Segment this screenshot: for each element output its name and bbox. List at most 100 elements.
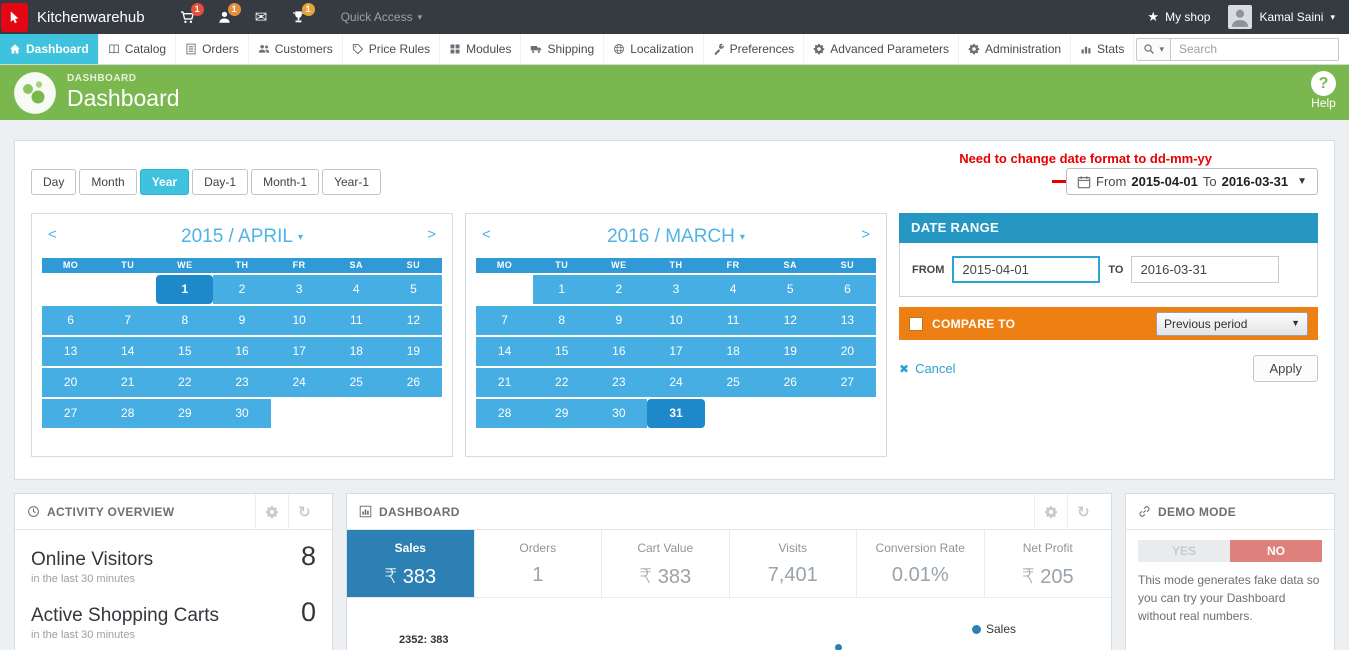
calendar-day-cell[interactable]: 17 <box>647 337 705 366</box>
calendar-day-cell[interactable]: 4 <box>327 275 385 304</box>
calendar-day-cell[interactable]: 26 <box>384 368 442 397</box>
calendar-day-cell[interactable]: 27 <box>818 368 876 397</box>
calendar-day-cell[interactable]: 11 <box>327 306 385 335</box>
calendar-day-cell[interactable]: 7 <box>476 306 534 335</box>
nav-item-administration[interactable]: Administration <box>959 34 1072 64</box>
demo-no-button[interactable]: NO <box>1230 540 1322 562</box>
calendar-day-cell[interactable]: 13 <box>818 306 876 335</box>
calendar-day-cell[interactable]: 15 <box>156 337 214 366</box>
calendar-day-cell[interactable]: 2 <box>590 275 648 304</box>
calendar-day-cell[interactable]: 17 <box>270 337 328 366</box>
period-button-year[interactable]: Year <box>139 169 190 195</box>
calendar-day-cell[interactable]: 20 <box>818 337 876 366</box>
calendar-day-cell[interactable]: 30 <box>213 399 271 428</box>
nav-item-shipping[interactable]: Shipping <box>521 34 605 64</box>
calendar-day-cell[interactable]: 24 <box>647 368 705 397</box>
calendar-day-cell[interactable]: 21 <box>476 368 534 397</box>
refresh-icon[interactable]: ↻ <box>1067 493 1099 530</box>
calendar-prev-button[interactable]: < <box>42 226 63 243</box>
apply-button[interactable]: Apply <box>1253 355 1318 382</box>
from-date-input[interactable] <box>952 256 1101 283</box>
calendar-day-cell[interactable]: 25 <box>327 368 385 397</box>
calendar-day-cell[interactable]: 1 <box>156 275 214 304</box>
calendar-day-cell[interactable]: 2 <box>213 275 271 304</box>
calendar-title[interactable]: 2015 / APRIL <box>181 226 293 248</box>
calendar-day-cell[interactable]: 23 <box>213 368 271 397</box>
calendar-day-cell[interactable]: 25 <box>704 368 762 397</box>
kpi-sales[interactable]: Sales ₹ 383 <box>347 530 475 597</box>
calendar-day-cell[interactable]: 26 <box>761 368 819 397</box>
calendar-day-cell[interactable]: 11 <box>704 306 762 335</box>
calendar-day-cell[interactable]: 29 <box>156 399 214 428</box>
calendar-day-cell[interactable]: 9 <box>590 306 648 335</box>
calendar-day-cell[interactable]: 7 <box>99 306 157 335</box>
trophy-notification[interactable]: 1 <box>280 0 317 34</box>
calendar-day-cell[interactable]: 8 <box>533 306 591 335</box>
gear-icon[interactable] <box>1034 493 1067 530</box>
help-button[interactable]: ? Help <box>1311 71 1336 110</box>
kpi-net-profit[interactable]: Net Profit ₹ 205 <box>984 530 1111 597</box>
calendar-day-cell[interactable]: 24 <box>270 368 328 397</box>
search-input[interactable] <box>1171 37 1339 61</box>
calendar-day-cell[interactable]: 9 <box>213 306 271 335</box>
calendar-next-button[interactable]: > <box>421 226 442 243</box>
calendar-day-cell[interactable]: 22 <box>533 368 591 397</box>
refresh-icon[interactable]: ↻ <box>288 493 320 530</box>
kpi-orders[interactable]: Orders 1 <box>474 530 602 597</box>
kpi-conversion-rate[interactable]: Conversion Rate 0.01% <box>857 530 985 597</box>
calendar-day-cell[interactable]: 28 <box>476 399 534 428</box>
calendar-day-cell[interactable]: 5 <box>384 275 442 304</box>
period-button-month-1[interactable]: Month-1 <box>251 169 320 195</box>
calendar-day-cell[interactable]: 3 <box>270 275 328 304</box>
nav-item-stats[interactable]: Stats <box>1071 34 1135 64</box>
period-button-month[interactable]: Month <box>79 169 137 195</box>
compare-period-select[interactable]: Previous period ▼ <box>1156 311 1308 336</box>
calendar-day-cell[interactable]: 28 <box>99 399 157 428</box>
messages-notification[interactable]: ✉ <box>243 0 280 34</box>
calendar-day-cell[interactable]: 6 <box>42 306 100 335</box>
compare-checkbox[interactable] <box>909 316 923 331</box>
calendar-next-button[interactable]: > <box>855 226 876 243</box>
nav-item-price-rules[interactable]: Price Rules <box>343 34 441 64</box>
calendar-day-cell[interactable]: 15 <box>533 337 591 366</box>
nav-item-localization[interactable]: Localization <box>604 34 704 64</box>
nav-item-dashboard[interactable]: Dashboard <box>0 34 99 64</box>
calendar-day-cell[interactable]: 20 <box>42 368 100 397</box>
calendar-day-cell[interactable]: 1 <box>533 275 591 304</box>
cancel-link[interactable]: ✖ Cancel <box>899 361 956 376</box>
calendar-title[interactable]: 2016 / MARCH <box>607 226 735 248</box>
kpi-visits[interactable]: Visits 7,401 <box>729 530 857 597</box>
search-type-button[interactable]: ▾ <box>1136 37 1171 61</box>
calendar-day-cell[interactable]: 16 <box>213 337 271 366</box>
calendar-day-cell[interactable]: 13 <box>42 337 100 366</box>
nav-item-preferences[interactable]: Preferences <box>704 34 805 64</box>
chart-legend[interactable]: Sales <box>971 622 1016 636</box>
calendar-day-cell[interactable]: 27 <box>42 399 100 428</box>
nav-item-orders[interactable]: Orders <box>176 34 249 64</box>
calendar-day-cell[interactable]: 31 <box>647 399 705 428</box>
calendar-day-cell[interactable]: 30 <box>590 399 648 428</box>
demo-yes-button[interactable]: YES <box>1138 540 1230 562</box>
calendar-day-cell[interactable]: 6 <box>818 275 876 304</box>
calendar-day-cell[interactable]: 4 <box>704 275 762 304</box>
calendar-day-cell[interactable]: 3 <box>647 275 705 304</box>
period-button-day-1[interactable]: Day-1 <box>192 169 249 195</box>
quick-access-menu[interactable]: Quick Access ▾ <box>341 10 423 24</box>
calendar-day-cell[interactable]: 19 <box>384 337 442 366</box>
calendar-day-cell[interactable]: 5 <box>761 275 819 304</box>
calendar-day-cell[interactable]: 19 <box>761 337 819 366</box>
calendar-day-cell[interactable]: 18 <box>327 337 385 366</box>
customers-notification[interactable]: 1 <box>206 0 243 34</box>
calendar-day-cell[interactable]: 21 <box>99 368 157 397</box>
calendar-day-cell[interactable]: 16 <box>590 337 648 366</box>
kpi-cart-value[interactable]: Cart Value ₹ 383 <box>602 530 730 597</box>
calendar-day-cell[interactable]: 10 <box>647 306 705 335</box>
calendar-day-cell[interactable]: 14 <box>476 337 534 366</box>
calendar-day-cell[interactable]: 10 <box>270 306 328 335</box>
to-date-input[interactable] <box>1131 256 1280 283</box>
nav-item-catalog[interactable]: Catalog <box>99 34 177 64</box>
gear-icon[interactable] <box>255 493 288 530</box>
calendar-day-cell[interactable]: 12 <box>761 306 819 335</box>
calendar-day-cell[interactable]: 18 <box>704 337 762 366</box>
calendar-day-cell[interactable]: 29 <box>533 399 591 428</box>
